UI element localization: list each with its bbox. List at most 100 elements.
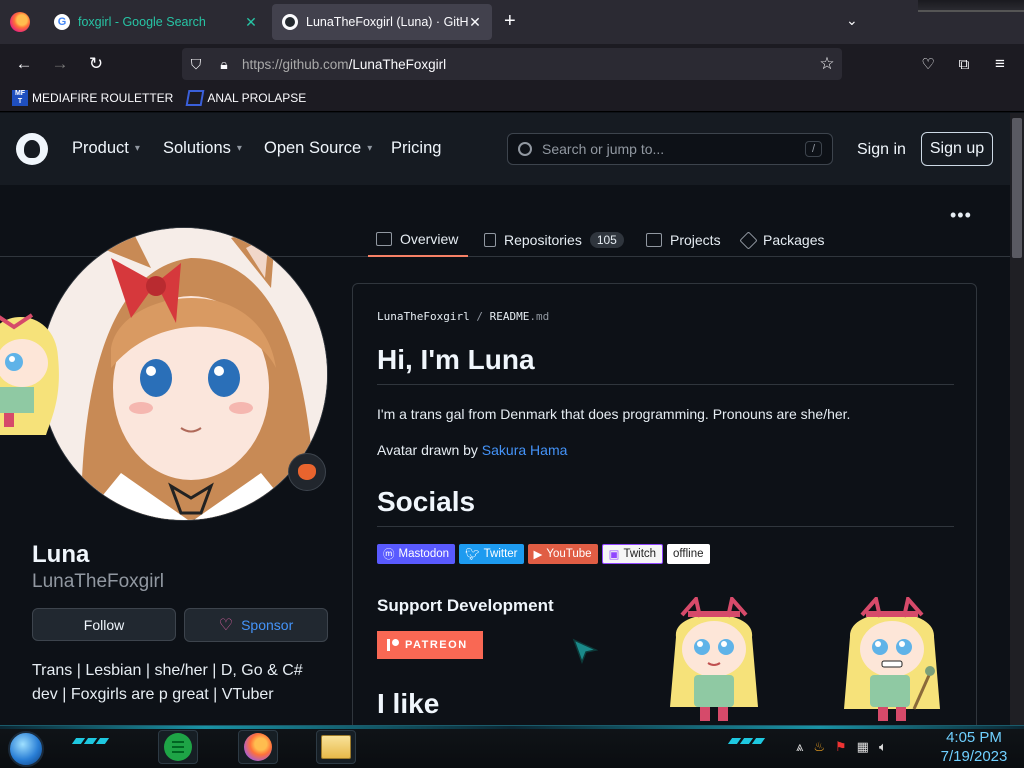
profile-name: Luna (32, 541, 90, 568)
tab-github-profile[interactable]: LunaTheFoxgirl (Luna) · GitHub ✕ (272, 4, 492, 40)
profile-username: LunaTheFoxgirl (32, 571, 165, 592)
search-icon (518, 142, 532, 156)
shield-icon[interactable]: ⛉ (182, 56, 210, 73)
extensions-icon[interactable]: ⧉ (952, 52, 976, 76)
sign-up-button[interactable]: Sign up (921, 132, 993, 166)
firefox-icon[interactable] (10, 12, 30, 32)
fox-emoji-status-icon[interactable] (288, 453, 326, 491)
notes-app-icon (164, 733, 192, 761)
close-icon[interactable]: ✕ (468, 14, 482, 31)
taskbar-app-firefox[interactable] (238, 730, 278, 764)
package-icon (739, 230, 758, 250)
readme-breadcrumb: LunaTheFoxgirl / README.md (377, 310, 550, 323)
system-clock[interactable]: 4:05 PM 7/19/2023 (934, 728, 1014, 766)
table-icon (646, 233, 662, 247)
youtube-badge[interactable]: ▶ YouTube (527, 544, 598, 564)
bookmark-star-icon[interactable]: ☆ (812, 54, 842, 74)
twitch-status-badge[interactable]: offline (667, 544, 710, 564)
clock-time: 4:05 PM (946, 729, 1002, 746)
flag-icon[interactable]: ⚑ (835, 739, 847, 755)
twitch-icon: ▣ (608, 549, 620, 561)
menu-open-source[interactable]: Open Source ▾ (264, 139, 372, 158)
mediafire-icon: MF T (12, 89, 28, 106)
readme-file-link[interactable]: README (490, 310, 530, 323)
patreon-icon (387, 639, 399, 651)
volume-icon[interactable]: 🔈︎ (879, 739, 887, 755)
mastodon-icon: ⓜ (383, 549, 395, 561)
more-options-icon[interactable]: ••• (950, 205, 972, 226)
heart-icon: ♡ (218, 617, 234, 634)
readme-heading-socials: Socials (377, 486, 954, 527)
youtube-icon: ▶ (533, 549, 543, 561)
lock-icon[interactable]: 🔒︎ (210, 56, 238, 73)
java-update-icon[interactable]: ♨ (813, 739, 825, 755)
bookmark-mediafire[interactable]: MF T MEDIAFIRE ROULETTER (12, 89, 174, 106)
taskbar-app-explorer[interactable] (316, 730, 356, 764)
twitch-badge[interactable]: ▣ Twitch (601, 544, 664, 564)
menu-product[interactable]: Product ▾ (72, 139, 140, 158)
tab-overview[interactable]: Overview (368, 223, 468, 257)
sponsor-button[interactable]: ♡ Sponsor (184, 608, 328, 642)
taskbar-glow (0, 726, 1024, 729)
menu-icon[interactable]: ≡ (988, 52, 1012, 76)
folder-icon (321, 735, 351, 759)
window-controls[interactable] (918, 0, 1024, 12)
url-text[interactable]: https://github.com/LunaTheFoxgirl (242, 57, 812, 72)
menu-pricing[interactable]: Pricing (391, 139, 441, 158)
system-tray: ⩓ ♨ ⚑ ▦ 🔈︎ (796, 739, 887, 755)
github-header: Product ▾ Solutions ▾ Open Source ▾ Pricing… (0, 113, 1010, 185)
new-tab-button[interactable]: + (504, 10, 516, 33)
search-shortcut-key: / (804, 141, 822, 157)
show-hidden-icons[interactable]: ⩓ (796, 739, 803, 755)
tab-google-search[interactable]: G foxgirl - Google Search ✕ (44, 4, 268, 40)
taskbar-app-notes[interactable] (158, 730, 198, 764)
tab-packages[interactable]: Packages (739, 223, 824, 257)
search-input[interactable]: Search or jump to... / (507, 133, 833, 165)
twitter-badge[interactable]: 🐦︎ Twitter (459, 544, 524, 564)
chevron-down-icon: ▾ (236, 143, 242, 154)
tab-repositories[interactable]: Repositories 105 (484, 223, 624, 257)
back-button[interactable]: ← (12, 52, 36, 76)
avatar[interactable] (40, 227, 328, 521)
tab-projects[interactable]: Projects (646, 223, 721, 257)
star-butterfly-sticker (844, 597, 940, 721)
repo-icon (484, 233, 496, 247)
chevron-down-icon[interactable]: ⌄ (846, 12, 858, 29)
github-logo-icon[interactable] (16, 133, 48, 165)
pocket-icon[interactable]: ♡ (916, 52, 940, 76)
artist-link[interactable]: Sakura Hama (482, 442, 568, 458)
sign-in-link[interactable]: Sign in (857, 141, 906, 159)
chevron-down-icon: ▾ (367, 143, 373, 154)
avatar-illustration (41, 228, 327, 520)
readme-avatar-credit: Avatar drawn by Sakura Hama (377, 442, 568, 458)
tab-title: foxgirl - Google Search (78, 15, 206, 29)
github-icon (282, 14, 298, 30)
social-badges: ⓜ Mastodon 🐦︎ Twitter ▶ YouTube ▣ Twitch off… (377, 544, 710, 564)
browser-tab-bar: G foxgirl - Google Search ✕ LunaTheFoxgi… (0, 0, 1024, 44)
star-butterfly-sticker (670, 597, 758, 721)
menu-solutions[interactable]: Solutions ▾ (163, 139, 242, 158)
repositories-count: 105 (589, 232, 624, 248)
network-icon[interactable]: ▦ (857, 739, 869, 755)
follow-button[interactable]: Follow (32, 608, 176, 641)
search-placeholder: Search or jump to... (542, 141, 665, 157)
readme-owner-link[interactable]: LunaTheFoxgirl (377, 310, 470, 323)
readme-heading-support: Support Development (377, 596, 554, 615)
scrollbar-thumb[interactable] (1012, 118, 1022, 258)
tab-title: LunaTheFoxgirl (Luna) · GitHub (306, 15, 468, 29)
profile-page: Overview Repositories 105 Projects Packa… (0, 185, 1010, 725)
reload-button[interactable]: ↻ (84, 52, 108, 76)
bookmark-second[interactable]: ANAL PROLAPSE (185, 89, 306, 106)
close-icon[interactable]: ✕ (244, 14, 258, 31)
forward-button[interactable]: → (48, 52, 72, 76)
url-bar[interactable]: ⛉ 🔒︎ https://github.com/LunaTheFoxgirl ☆ (182, 48, 842, 80)
chevron-down-icon: ▾ (134, 143, 140, 154)
taskbar: ⩓ ♨ ⚑ ▦ 🔈︎ 4:05 PM 7/19/2023 (0, 725, 1024, 768)
taskbar-decoration (71, 738, 110, 746)
patreon-button[interactable]: PATREON (377, 631, 483, 659)
mastodon-badge[interactable]: ⓜ Mastodon (377, 544, 456, 564)
browser-nav-bar: ← → ↻ ⛉ 🔒︎ https://github.com/LunaTheFox… (0, 44, 1024, 84)
taskbar-decoration (727, 738, 766, 746)
start-button[interactable] (8, 731, 44, 767)
bookmark-label: MEDIAFIRE ROULETTER (32, 90, 174, 105)
